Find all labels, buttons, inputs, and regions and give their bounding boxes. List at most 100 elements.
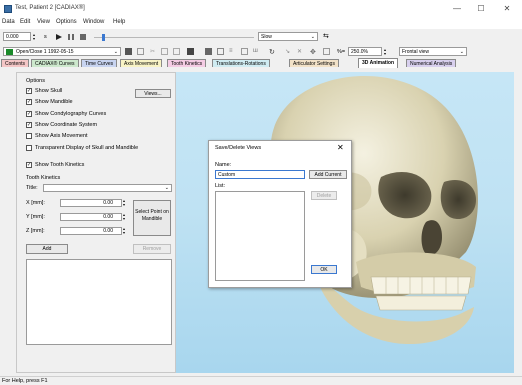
- move-icon[interactable]: ✥: [310, 48, 317, 56]
- ok-button[interactable]: OK: [311, 265, 337, 274]
- close-button[interactable]: ✕: [496, 3, 518, 15]
- chevron-down-icon: ⌄: [310, 34, 315, 40]
- recording-select[interactable]: Open/Close 1 1992-05-15 ⌄: [3, 47, 121, 56]
- show-mandible-checkbox[interactable]: ✓: [26, 99, 32, 105]
- dialog-title: Save/Delete Views: [215, 145, 262, 151]
- add-current-button[interactable]: Add Current: [309, 170, 347, 179]
- z-label: Z [mm]:: [26, 228, 45, 234]
- chevron-down-icon: ⌄: [113, 49, 118, 55]
- chevron-down-icon: ⌄: [459, 49, 464, 55]
- save-icon[interactable]: [125, 48, 132, 55]
- zoom-input[interactable]: 250.0%: [348, 47, 382, 56]
- spin-arrows-icon[interactable]: ▴ ▾: [33, 33, 35, 41]
- stop-icon[interactable]: [80, 34, 86, 40]
- pause-icon[interactable]: [68, 34, 74, 40]
- grid-icon[interactable]: [205, 48, 212, 55]
- time-unit: s: [44, 34, 47, 40]
- x-input[interactable]: 0.00: [60, 199, 122, 207]
- tab-axis-movement[interactable]: Axis Movement: [120, 59, 163, 67]
- align-icon[interactable]: ≡: [229, 48, 236, 55]
- views-button[interactable]: Views...: [135, 89, 171, 98]
- copy-icon[interactable]: [161, 48, 168, 55]
- options-heading: Options: [26, 78, 45, 84]
- recording-color-icon: [6, 49, 13, 55]
- tab-tooth-kinetics[interactable]: Tooth Kinetics: [167, 59, 207, 67]
- chart-icon[interactable]: ш: [253, 48, 260, 55]
- rotate-icon[interactable]: ↻: [269, 48, 276, 56]
- menu-options[interactable]: Options: [56, 19, 77, 25]
- menu-window[interactable]: Window: [83, 19, 104, 25]
- view-select[interactable]: Frontal view ⌄: [399, 47, 467, 56]
- playback-toolbar: 0.000 ▴ ▾ s Slow ⌄ ⇆: [0, 31, 522, 43]
- zoom-box-icon[interactable]: [323, 48, 330, 55]
- tab-cadiax-curves[interactable]: CADIAX® Curves: [31, 59, 79, 67]
- minimize-button[interactable]: —: [446, 3, 468, 15]
- slider-thumb[interactable]: [102, 34, 105, 41]
- select-point-button[interactable]: Select Point on Mandible: [133, 200, 171, 236]
- layout-icon[interactable]: [241, 48, 248, 55]
- time-slider[interactable]: [94, 37, 254, 38]
- speed-select[interactable]: Slow ⌄: [258, 32, 318, 41]
- show-condylography-checkbox[interactable]: ✓: [26, 111, 32, 117]
- spin-arrows-icon[interactable]: ▴ ▾: [384, 48, 386, 56]
- print-icon[interactable]: [187, 48, 194, 55]
- show-axis-movement-checkbox[interactable]: [26, 133, 32, 139]
- name-label: Name:: [215, 162, 232, 168]
- dialog-title-bar: Save/Delete Views ✕: [209, 141, 351, 155]
- speed-value: Slow: [261, 34, 272, 40]
- spin-arrows-icon[interactable]: ▴ ▾: [123, 213, 125, 221]
- add-button[interactable]: Add: [26, 244, 68, 254]
- print-preview-icon[interactable]: [137, 48, 144, 55]
- menu-help[interactable]: Help: [113, 19, 125, 25]
- tab-3d-animation[interactable]: 3D Animation: [358, 58, 399, 68]
- show-condylography-label: Show Condylography Curves: [35, 111, 107, 117]
- status-bar: For Help, press F1: [0, 376, 522, 385]
- tooth-kinetics-list[interactable]: [26, 259, 172, 345]
- recording-value: Open/Close 1 1992-05-15: [16, 49, 74, 55]
- show-skull-label: Show Skull: [35, 88, 63, 94]
- transparent-display-label: Transparent Display of Skull and Mandibl…: [35, 145, 139, 151]
- chevron-down-icon: ⌄: [164, 185, 169, 191]
- time-input[interactable]: 0.000: [3, 32, 31, 41]
- play-icon[interactable]: [56, 34, 62, 40]
- status-text: For Help, press F1: [2, 378, 48, 384]
- transparent-display-checkbox[interactable]: [26, 145, 32, 151]
- title-bar: Test, Patient 2 [CADIAX®] — ☐ ✕: [0, 0, 522, 18]
- show-coordinate-label: Show Coordinate System: [35, 122, 98, 128]
- remove-button[interactable]: Remove: [133, 244, 171, 254]
- tab-articulator-settings[interactable]: Articulator Settings: [289, 59, 339, 67]
- name-input[interactable]: Custom: [215, 170, 305, 179]
- tab-translations-rotations[interactable]: Translations-Rotations: [212, 59, 270, 67]
- show-mandible-label: Show Mandible: [35, 99, 73, 105]
- loop-icon[interactable]: ⇆: [323, 32, 329, 40]
- menu-view[interactable]: View: [37, 19, 50, 25]
- show-skull-checkbox[interactable]: ✓: [26, 88, 32, 94]
- cut-icon[interactable]: ✂: [150, 48, 157, 55]
- tab-time-curves[interactable]: Time Curves: [81, 59, 118, 67]
- paste-icon[interactable]: [173, 48, 180, 55]
- spin-arrows-icon[interactable]: ▴ ▾: [123, 227, 125, 235]
- menu-edit[interactable]: Edit: [20, 19, 30, 25]
- frame-icon[interactable]: [217, 48, 224, 55]
- title-label: Title:: [26, 185, 38, 191]
- axis-icon[interactable]: ✕: [297, 48, 304, 55]
- dialog-close-button[interactable]: ✕: [337, 143, 344, 152]
- save-delete-views-dialog: Save/Delete Views ✕ Name: Custom Add Cur…: [208, 140, 352, 288]
- view-toolbar: Open/Close 1 1992-05-15 ⌄ ✂ ≡ ш ↻ ↘ ✕ ✥ …: [0, 46, 522, 58]
- z-input[interactable]: 0.00: [60, 227, 122, 235]
- show-coordinate-checkbox[interactable]: ✓: [26, 122, 32, 128]
- delete-button[interactable]: Delete: [311, 191, 337, 200]
- angle-icon[interactable]: ↘: [285, 48, 292, 55]
- tab-numerical-analysis[interactable]: Numerical Analysis: [406, 59, 457, 67]
- spin-arrows-icon[interactable]: ▴ ▾: [123, 199, 125, 207]
- show-tooth-kinetics-checkbox[interactable]: ✓: [26, 162, 32, 168]
- y-input[interactable]: 0.00: [60, 213, 122, 221]
- maximize-button[interactable]: ☐: [470, 3, 492, 15]
- title-select[interactable]: ⌄: [43, 184, 172, 192]
- views-list[interactable]: [215, 191, 305, 281]
- tab-contents[interactable]: Contents: [1, 59, 30, 67]
- menu-data[interactable]: Data: [2, 19, 15, 25]
- zoom-label: %=: [337, 49, 346, 55]
- tab-strip: Contents CADIAX® Curves Time Curves Axis…: [0, 58, 522, 68]
- options-panel: Options Views... ✓ Show Skull ✓ Show Man…: [16, 72, 176, 373]
